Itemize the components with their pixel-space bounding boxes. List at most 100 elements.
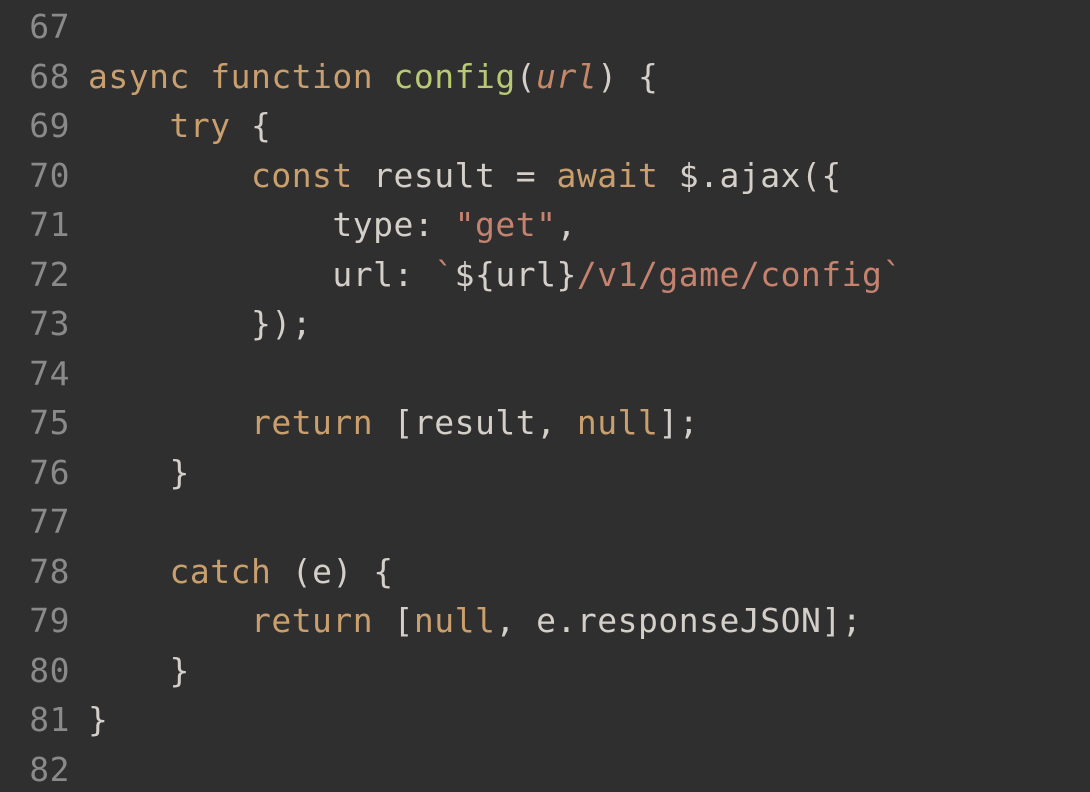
code-token: url bbox=[332, 255, 393, 294]
code-content[interactable]: }); bbox=[88, 299, 1090, 349]
code-token bbox=[434, 205, 454, 244]
code-content[interactable]: type: "get", bbox=[88, 200, 1090, 250]
code-content[interactable]: } bbox=[88, 448, 1090, 498]
code-token: catch bbox=[169, 552, 271, 591]
code-line[interactable]: 82 bbox=[0, 745, 1090, 792]
code-token: url bbox=[536, 57, 597, 96]
code-token: e bbox=[312, 552, 332, 591]
code-token: : bbox=[414, 205, 434, 244]
code-line[interactable]: 81} bbox=[0, 695, 1090, 745]
line-number: 80 bbox=[0, 646, 88, 696]
line-number: 76 bbox=[0, 448, 88, 498]
code-content[interactable]: const result = await $.ajax({ bbox=[88, 151, 1090, 201]
code-token: ${ bbox=[455, 255, 496, 294]
code-token: } bbox=[169, 651, 189, 690]
line-number: 75 bbox=[0, 398, 88, 448]
code-content[interactable]: } bbox=[88, 695, 1090, 745]
code-line[interactable]: 71 type: "get", bbox=[0, 200, 1090, 250]
code-line[interactable]: 68async function config(url) { bbox=[0, 52, 1090, 102]
code-token bbox=[88, 156, 251, 195]
code-line[interactable]: 69 try { bbox=[0, 101, 1090, 151]
code-line[interactable]: 80 } bbox=[0, 646, 1090, 696]
code-token: ({ bbox=[801, 156, 842, 195]
code-token: ( bbox=[516, 57, 536, 96]
code-token: null bbox=[414, 601, 495, 640]
code-line[interactable]: 72 url: `${url}/v1/game/config` bbox=[0, 250, 1090, 300]
code-line[interactable]: 70 const result = await $.ajax({ bbox=[0, 151, 1090, 201]
code-content[interactable]: url: `${url}/v1/game/config` bbox=[88, 250, 1090, 300]
code-token: . bbox=[699, 156, 719, 195]
code-token bbox=[658, 156, 678, 195]
code-token bbox=[231, 106, 251, 145]
line-number: 69 bbox=[0, 101, 88, 151]
code-token: ]; bbox=[821, 601, 862, 640]
code-editor[interactable]: 6768async function config(url) {69 try {… bbox=[0, 0, 1090, 792]
code-token bbox=[373, 403, 393, 442]
code-token: ajax bbox=[719, 156, 800, 195]
code-line[interactable]: 78 catch (e) { bbox=[0, 547, 1090, 597]
code-content[interactable]: try { bbox=[88, 101, 1090, 151]
code-line[interactable]: 77 bbox=[0, 497, 1090, 547]
line-number: 82 bbox=[0, 745, 88, 792]
code-token bbox=[271, 552, 291, 591]
code-token bbox=[557, 403, 577, 442]
code-token bbox=[373, 601, 393, 640]
line-number: 72 bbox=[0, 250, 88, 300]
line-number: 77 bbox=[0, 497, 88, 547]
code-token: , bbox=[495, 601, 515, 640]
code-line[interactable]: 73 }); bbox=[0, 299, 1090, 349]
code-token bbox=[88, 453, 169, 492]
code-token: async bbox=[88, 57, 190, 96]
code-token: ( bbox=[292, 552, 312, 591]
line-number: 79 bbox=[0, 596, 88, 646]
code-token: try bbox=[169, 106, 230, 145]
code-token: return bbox=[251, 403, 373, 442]
code-token bbox=[414, 255, 434, 294]
code-token: result bbox=[414, 403, 536, 442]
line-number: 68 bbox=[0, 52, 88, 102]
code-line[interactable]: 75 return [result, null]; bbox=[0, 398, 1090, 448]
code-token bbox=[536, 156, 556, 195]
code-token: ) bbox=[597, 57, 617, 96]
code-token bbox=[373, 57, 393, 96]
code-token bbox=[618, 57, 638, 96]
code-token: : bbox=[394, 255, 414, 294]
code-token bbox=[88, 304, 251, 343]
code-token bbox=[88, 205, 332, 244]
code-token: await bbox=[557, 156, 659, 195]
code-line[interactable]: 67 bbox=[0, 2, 1090, 52]
code-token bbox=[88, 403, 251, 442]
code-line[interactable]: 79 return [null, e.responseJSON]; bbox=[0, 596, 1090, 646]
code-token: { bbox=[251, 106, 271, 145]
code-token: ]; bbox=[658, 403, 699, 442]
code-token: return bbox=[251, 601, 373, 640]
code-token: function bbox=[210, 57, 373, 96]
code-token: } bbox=[169, 453, 189, 492]
code-token bbox=[88, 552, 169, 591]
code-token: /v1/game/config` bbox=[577, 255, 903, 294]
line-number: 74 bbox=[0, 349, 88, 399]
code-token: e bbox=[536, 601, 556, 640]
code-token: = bbox=[516, 156, 536, 195]
code-content[interactable]: } bbox=[88, 646, 1090, 696]
code-content[interactable]: catch (e) { bbox=[88, 547, 1090, 597]
code-token: [ bbox=[394, 601, 414, 640]
code-token: { bbox=[373, 552, 393, 591]
code-token: type bbox=[332, 205, 413, 244]
code-token: [ bbox=[394, 403, 414, 442]
code-token: { bbox=[638, 57, 658, 96]
code-token bbox=[88, 106, 169, 145]
code-line[interactable]: 76 } bbox=[0, 448, 1090, 498]
code-content[interactable]: return [null, e.responseJSON]; bbox=[88, 596, 1090, 646]
code-token: } bbox=[88, 700, 108, 739]
code-line[interactable]: 74 bbox=[0, 349, 1090, 399]
code-token: , bbox=[557, 205, 577, 244]
code-token bbox=[88, 255, 332, 294]
code-token bbox=[353, 552, 373, 591]
code-token: config bbox=[394, 57, 516, 96]
code-token: . bbox=[557, 601, 577, 640]
code-token: url bbox=[495, 255, 556, 294]
code-content[interactable]: return [result, null]; bbox=[88, 398, 1090, 448]
code-content[interactable]: async function config(url) { bbox=[88, 52, 1090, 102]
code-token: $ bbox=[679, 156, 699, 195]
